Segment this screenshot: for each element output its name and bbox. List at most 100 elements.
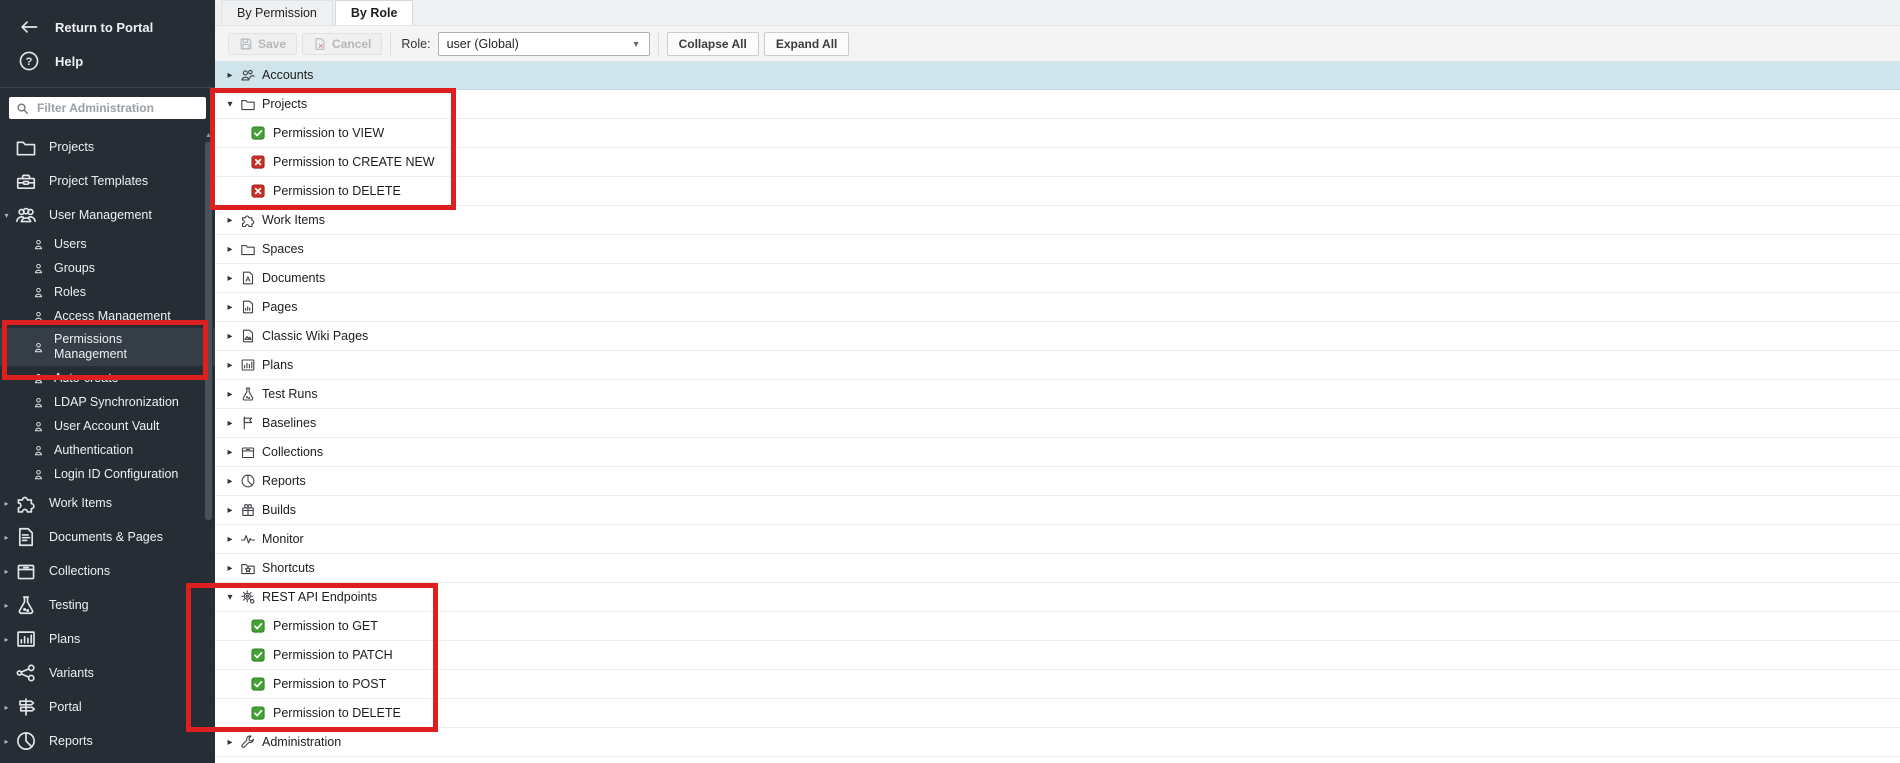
permission-granted-icon[interactable] xyxy=(250,676,266,692)
sidebar-item-permissions-management[interactable]: Permissions Management xyxy=(0,328,215,366)
chevron-right-icon[interactable]: ▸ xyxy=(223,737,237,748)
tree-row-permission-to-patch[interactable]: Permission to PATCH xyxy=(215,641,1900,670)
search-input[interactable] xyxy=(35,100,199,116)
sidebar-item-users[interactable]: Users xyxy=(0,232,215,256)
tree-row-shortcuts[interactable]: ▸ Shortcuts xyxy=(215,554,1900,583)
permission-granted-icon[interactable] xyxy=(250,705,266,721)
tree-row-permission-to-create-new[interactable]: Permission to CREATE NEW xyxy=(215,148,1900,177)
tree-row-baselines[interactable]: ▸ Baselines xyxy=(215,409,1900,438)
chevron-right-icon[interactable]: ▸ xyxy=(223,447,237,458)
tree-row-rest-api-endpoints[interactable]: ▾ REST API Endpoints xyxy=(215,583,1900,612)
tree-row-permission-to-get[interactable]: Permission to GET xyxy=(215,612,1900,641)
chevron-right-icon[interactable]: ▸ xyxy=(223,360,237,371)
help-button[interactable]: ? Help xyxy=(0,44,215,78)
return-to-portal-button[interactable]: Return to Portal xyxy=(0,10,215,44)
chevron-right-icon[interactable]: ▸ xyxy=(223,215,237,226)
sidebar-item-user-management[interactable]: ▾ User Management xyxy=(0,198,215,232)
sidebar-item-testing[interactable]: ▸ Testing xyxy=(0,588,215,622)
chevron-right-icon[interactable]: ▸ xyxy=(223,244,237,255)
tree-row-permission-to-delete[interactable]: Permission to DELETE xyxy=(215,177,1900,206)
sidebar-item-plans[interactable]: ▸ Plans xyxy=(0,622,215,656)
sidebar-item-work-items[interactable]: ▸ Work Items xyxy=(0,486,215,520)
tree-row-plans[interactable]: ▸ Plans xyxy=(215,351,1900,380)
chevron-down-icon[interactable]: ▾ xyxy=(223,592,237,603)
chevron-right-icon[interactable]: ▸ xyxy=(223,476,237,487)
permission-denied-icon[interactable] xyxy=(250,183,266,199)
permission-granted-icon[interactable] xyxy=(250,125,266,141)
permission-granted-icon[interactable] xyxy=(250,618,266,634)
tree-row-reports[interactable]: ▸ Reports xyxy=(215,467,1900,496)
sidebar-item-reports[interactable]: ▸ Reports xyxy=(0,724,215,758)
sidebar-item-authentication[interactable]: Authentication xyxy=(0,438,215,462)
tree-row-documents[interactable]: ▸ A Documents xyxy=(215,264,1900,293)
save-label: Save xyxy=(258,36,287,51)
chevron-right-icon[interactable]: ▸ xyxy=(223,273,237,284)
sidebar-item-label: Permissions Management xyxy=(54,331,127,361)
sidebar-item-label: Access Management xyxy=(54,309,171,323)
role-select-value: user (Global) xyxy=(446,36,519,51)
tab-by-role[interactable]: By Role xyxy=(334,0,414,25)
chevron-right-icon[interactable]: ▸ xyxy=(223,505,237,516)
sidebar-item-variants[interactable]: Variants xyxy=(0,656,215,690)
user-icon xyxy=(31,444,45,457)
tree-row-classic-wiki-pages[interactable]: ▸ Classic Wiki Pages xyxy=(215,322,1900,351)
scroll-up-icon[interactable]: ▲ xyxy=(204,132,213,139)
collapse-all-button[interactable]: Collapse All xyxy=(666,31,759,56)
tree-row-label: Accounts xyxy=(262,68,314,82)
tab-by-permission[interactable]: By Permission xyxy=(221,0,333,25)
chevron-right-icon[interactable]: ▸ xyxy=(223,418,237,429)
toolbar: Save Cancel Role: user (Global) ▼ Collap… xyxy=(215,26,1900,61)
permission-granted-icon[interactable] xyxy=(250,647,266,663)
sidebar-item-portal[interactable]: ▸ Portal xyxy=(0,690,215,724)
cancel-button[interactable]: Cancel xyxy=(302,32,383,55)
tree-row-test-runs[interactable]: ▸ Test Runs xyxy=(215,380,1900,409)
sidebar-item-collections[interactable]: ▸ Collections xyxy=(0,554,215,588)
sidebar-scrollbar-thumb[interactable] xyxy=(205,142,212,520)
chevron-right-icon[interactable]: ▸ xyxy=(223,389,237,400)
user-icon xyxy=(31,372,45,385)
tree-row-collections[interactable]: ▸ Collections xyxy=(215,438,1900,467)
sidebar-item-label: Collections xyxy=(49,564,111,578)
chevron-right-icon[interactable]: ▸ xyxy=(223,70,237,81)
tree-row-spaces[interactable]: ▸ Spaces xyxy=(215,235,1900,264)
chevron-down-icon[interactable]: ▾ xyxy=(223,99,237,110)
sidebar-item-roles[interactable]: Roles xyxy=(0,280,215,304)
chevron-right-icon[interactable]: ▸ xyxy=(223,563,237,574)
tree-row-projects[interactable]: ▾ Projects xyxy=(215,90,1900,119)
user-icon xyxy=(31,468,45,481)
sidebar-item-groups[interactable]: Groups xyxy=(0,256,215,280)
chevron-right-icon[interactable]: ▸ xyxy=(223,534,237,545)
sidebar-item-documents-pages[interactable]: ▸ Documents & Pages xyxy=(0,520,215,554)
role-label: Role: xyxy=(401,36,431,51)
tree-row-permission-to-post[interactable]: Permission to POST xyxy=(215,670,1900,699)
help-icon: ? xyxy=(17,49,41,73)
tree-row-pages[interactable]: ▸ Pages xyxy=(215,293,1900,322)
sidebar-nav: Projects Project Templates ▾ User Managemen… xyxy=(0,130,215,763)
tree-row-administration[interactable]: ▸ Administration xyxy=(215,728,1900,757)
chevron-right-icon[interactable]: ▸ xyxy=(223,302,237,313)
tree-row-permission-to-view[interactable]: Permission to VIEW xyxy=(215,119,1900,148)
expand-all-button[interactable]: Expand All xyxy=(763,31,850,56)
sidebar-item-label: Roles xyxy=(54,285,86,299)
user-icon xyxy=(31,238,45,251)
search-box xyxy=(9,97,206,119)
sidebar-item-user-account-vault[interactable]: User Account Vault xyxy=(0,414,215,438)
sidebar-scrollbar[interactable]: ▲ xyxy=(204,132,213,761)
sidebar-item-access-management[interactable]: Access Management xyxy=(0,304,215,328)
tree-row-builds[interactable]: ▸ Builds xyxy=(215,496,1900,525)
sidebar-item-projects[interactable]: Projects xyxy=(0,130,215,164)
sidebar-item-project-templates[interactable]: Project Templates xyxy=(0,164,215,198)
tree-row-permission-to-delete[interactable]: Permission to DELETE xyxy=(215,699,1900,728)
permission-denied-icon[interactable] xyxy=(250,154,266,170)
role-select[interactable]: user (Global) ▼ xyxy=(437,31,650,56)
tree-row-accounts[interactable]: ▸ Accounts xyxy=(215,61,1900,90)
tree-row-monitor[interactable]: ▸ Monitor xyxy=(215,525,1900,554)
tree-row-work-items[interactable]: ▸ Work Items xyxy=(215,206,1900,235)
sidebar-item-auto-create[interactable]: Auto-create xyxy=(0,366,215,390)
chevron-right-icon[interactable]: ▸ xyxy=(223,331,237,342)
sidebar-item-login-id-configuration[interactable]: Login ID Configuration xyxy=(0,462,215,486)
tree-row-label: Classic Wiki Pages xyxy=(262,329,369,343)
chevron-right-icon: ▸ xyxy=(4,532,9,542)
save-button[interactable]: Save xyxy=(228,32,298,55)
sidebar-item-ldap-synchronization[interactable]: LDAP Synchronization xyxy=(0,390,215,414)
